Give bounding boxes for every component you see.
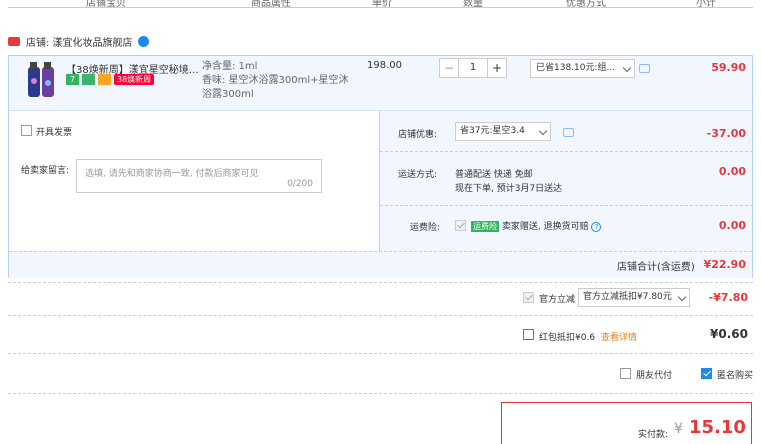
store-promo-value: 省37元:星空3.4 [460, 126, 525, 136]
insurance-label: 运费险: [410, 223, 441, 233]
qty-increment-button[interactable]: + [487, 58, 507, 78]
cart-item-row: 【38焕新周】漾宜星空秘境沐... 7 38焕新周 净含量: 1ml 香味: 星… [8, 55, 753, 110]
product-thumbnail[interactable] [22, 59, 62, 99]
store-total-amount: ¥22.90 [703, 258, 746, 271]
col-header-qty: 数量 [463, 0, 483, 8]
col-header-item: 店铺宝贝 [86, 0, 126, 8]
guarantee-icon [82, 74, 95, 85]
col-header-promo: 优惠方式 [566, 0, 606, 8]
divider [380, 205, 753, 206]
invoice-checkbox[interactable] [21, 125, 32, 136]
friend-pay-checkbox[interactable] [620, 368, 631, 379]
official-discount-checkbox[interactable] [523, 292, 534, 303]
pay-label: 实付款: [638, 430, 669, 440]
seller-message-input[interactable]: 选填, 请先和商家协商一致, 付款后商家可见 0/200 [76, 159, 322, 193]
anonymous-checkbox[interactable] [701, 368, 712, 379]
sku-scent: 香味: 星空沐浴露300ml+星空沐浴露300ml [202, 75, 349, 100]
table-header: 店铺宝贝 商品属性 单价 数量 优惠方式 小计 [8, 0, 753, 8]
invoice-label: 开具发票 [36, 128, 73, 138]
item-subtotal: 59.90 [711, 61, 746, 74]
message-placeholder: 选填, 请先和商家协商一致, 付款后商家可见 [85, 169, 259, 179]
quantity-stepper: − 1 + [439, 58, 507, 78]
message-label: 给卖家留言: [21, 166, 70, 176]
official-discount-select[interactable]: 官方立减抵扣¥7.80元 [578, 288, 690, 307]
col-header-subtotal: 小计 [696, 0, 716, 8]
sku-net-content: 净含量: 1ml [202, 61, 258, 72]
qty-input[interactable]: 1 [459, 58, 487, 78]
store-promo-label: 店铺优惠: [398, 130, 438, 140]
insurance-checkbox[interactable] [455, 220, 466, 231]
chevron-down-icon [538, 126, 548, 136]
order-options-panel: 开具发票 给卖家留言: 选填, 请先和商家协商一致, 付款后商家可见 0/200… [8, 110, 753, 278]
anonymous-label: 匿名购买 [717, 371, 754, 381]
seven-day-return-badge: 7 [66, 74, 79, 85]
chevron-down-icon [677, 292, 687, 302]
shipping-label: 运送方式: [398, 170, 438, 180]
pay-amount: 15.10 [689, 417, 746, 438]
store-total-label: 店铺合计(含运费) [617, 262, 695, 273]
divider [8, 315, 753, 316]
help-icon[interactable]: ? [591, 222, 602, 232]
insurance-amount: 0.00 [718, 219, 746, 232]
official-discount-label: 官方立减 [539, 295, 576, 305]
col-header-price: 单价 [372, 0, 392, 8]
wangwang-chat-icon[interactable] [137, 35, 149, 47]
col-header-attrs: 商品属性 [251, 0, 291, 8]
divider [8, 353, 753, 354]
chevron-down-icon [622, 63, 632, 73]
insurance-text: 卖家赠送, 退换货可赔 [501, 222, 589, 232]
payment-summary: 实付款: ¥ 15.10 [501, 402, 752, 444]
comment-icon[interactable] [563, 128, 574, 137]
comment-icon[interactable] [639, 64, 650, 73]
message-char-count: 0/200 [287, 179, 313, 189]
redpacket-label: 红包抵扣¥0.6 [539, 333, 596, 343]
product-sku: 净含量: 1ml 香味: 星空沐浴露300ml+星空沐浴露300ml [202, 60, 352, 102]
qty-decrement-button[interactable]: − [439, 58, 459, 78]
store-line: 店铺: 漾宜化妆品旗舰店 [8, 34, 149, 49]
store-promo-amount: -37.00 [706, 127, 746, 140]
tmall-store-icon [8, 36, 20, 46]
redpacket-checkbox[interactable] [523, 329, 534, 340]
shipping-method: 普通配送 快递 免邮 [455, 170, 533, 180]
friend-pay-label: 朋友代付 [636, 371, 673, 381]
divider [380, 151, 753, 152]
unit-price: 198.00 [367, 60, 402, 71]
redpacket-details-link[interactable]: 查看详情 [601, 330, 637, 343]
official-discount-value: 官方立减抵扣¥7.80元 [583, 292, 672, 302]
item-promo-select[interactable]: 已省138.10元:组... [530, 59, 635, 78]
divider [8, 282, 753, 283]
order-fees-panel: 店铺优惠: 省37元:星空3.4 -37.00 运送方式: 普通配送 快递 免邮… [379, 111, 753, 251]
store-promo-select[interactable]: 省37元:星空3.4 [455, 122, 551, 141]
shipping-eta: 现在下单, 预计3月7日送达 [455, 184, 563, 194]
pay-currency: ¥ [674, 421, 683, 437]
divider [8, 393, 753, 394]
card-pay-icon [98, 74, 111, 85]
insurance-info: 运费险 卖家赠送, 退换货可赔 ? [471, 219, 602, 232]
redpacket-amount: ¥0.60 [710, 327, 748, 341]
item-promo-value: 已省138.10元:组... [536, 63, 616, 73]
store-total-row: 店铺合计(含运费) ¥22.90 [9, 251, 752, 278]
product-tags: 7 38焕新周 [66, 74, 155, 85]
promo-badge: 38焕新周 [114, 74, 155, 85]
shipping-amount: 0.00 [718, 165, 746, 178]
official-discount-amount: -¥7.80 [708, 291, 748, 304]
insurance-badge: 运费险 [471, 221, 499, 232]
store-name[interactable]: 店铺: 漾宜化妆品旗舰店 [26, 34, 133, 49]
